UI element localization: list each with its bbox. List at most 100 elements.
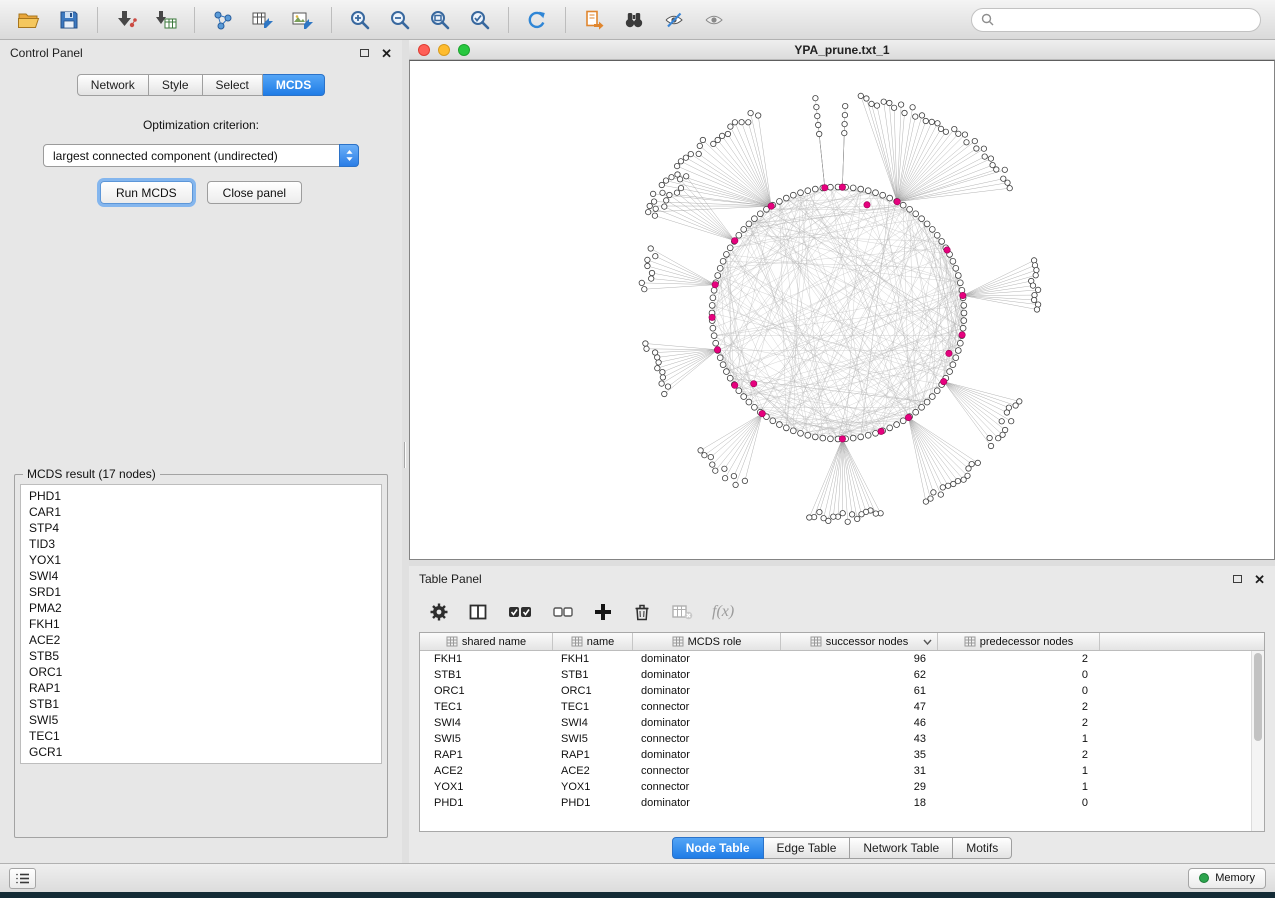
network-node[interactable] [650,191,655,196]
network-node[interactable] [944,247,950,253]
table-settings-button[interactable] [429,602,449,622]
column-header-successor-nodes[interactable]: successor nodes [781,633,938,650]
network-node[interactable] [962,132,967,137]
network-node[interactable] [652,213,657,218]
save-session-button[interactable] [50,4,88,36]
network-node[interactable] [874,103,879,108]
network-node[interactable] [1007,186,1012,191]
scrollbar-thumb[interactable] [1254,653,1262,741]
column-header-predecessor-nodes[interactable]: predecessor nodes [938,633,1100,650]
network-node[interactable] [710,462,715,467]
network-node[interactable] [722,466,727,471]
network-node[interactable] [715,273,721,279]
network-node[interactable] [642,287,647,292]
network-node[interactable] [952,126,957,131]
network-node[interactable] [865,432,871,438]
network-node[interactable] [653,206,658,211]
network-node[interactable] [710,295,716,301]
network-node[interactable] [674,163,679,168]
network-node[interactable] [845,519,850,524]
network-node[interactable] [812,186,818,192]
network-node[interactable] [678,185,683,190]
network-node[interactable] [798,430,804,436]
network-node[interactable] [859,512,864,517]
network-node[interactable] [683,155,688,160]
network-node[interactable] [864,202,870,208]
maximize-window-icon[interactable] [458,44,470,56]
deselect-all-button[interactable] [552,602,574,622]
network-node[interactable] [732,382,738,388]
tab-mcds[interactable]: MCDS [263,74,325,96]
network-node[interactable] [953,355,959,361]
table-row[interactable]: SWI5SWI5connector431 [420,731,1264,747]
network-node[interactable] [700,137,705,142]
tab-motifs[interactable]: Motifs [953,837,1012,859]
network-node[interactable] [961,318,967,324]
network-node[interactable] [1004,410,1009,415]
network-node[interactable] [713,468,718,473]
network-node[interactable] [951,481,956,486]
network-node[interactable] [669,175,674,180]
network-node[interactable] [946,350,952,356]
network-node[interactable] [929,119,934,124]
delete-column-button[interactable] [632,602,652,622]
mcds-result-item[interactable]: STB5 [21,648,381,664]
new-network-button[interactable] [204,4,242,36]
zoom-in-button[interactable] [341,4,379,36]
network-node[interactable] [727,245,733,251]
network-node[interactable] [957,340,963,346]
network-node[interactable] [725,131,730,136]
network-node[interactable] [938,126,943,131]
column-header-shared-name[interactable]: shared name [420,633,553,650]
network-node[interactable] [741,227,747,233]
network-node[interactable] [849,512,854,517]
network-node[interactable] [733,482,738,487]
network-node[interactable] [858,434,864,440]
network-node[interactable] [746,221,752,227]
network-node[interactable] [696,151,701,156]
table-row[interactable]: SWI4SWI4dominator462 [420,715,1264,731]
network-node[interactable] [713,340,719,346]
mcds-result-item[interactable]: TID3 [21,536,381,552]
network-node[interactable] [887,425,893,431]
network-node[interactable] [891,105,896,110]
network-node[interactable] [924,399,930,405]
network-node[interactable] [667,192,672,197]
network-node[interactable] [662,204,667,209]
network-node[interactable] [839,184,845,190]
network-node[interactable] [982,154,987,159]
network-node[interactable] [684,174,689,179]
mcds-result-item[interactable]: GCR1 [21,744,381,760]
network-node[interactable] [858,186,864,192]
network-node[interactable] [940,485,945,490]
network-node[interactable] [751,381,757,387]
network-node[interactable] [900,202,906,208]
network-node[interactable] [902,110,907,115]
table-row[interactable]: PHD1PHD1dominator180 [420,795,1264,811]
network-node[interactable] [887,100,892,105]
network-node[interactable] [678,159,683,164]
network-node[interactable] [724,369,730,375]
network-node[interactable] [955,273,961,279]
network-node[interactable] [878,428,884,434]
network-node[interactable] [957,280,963,286]
network-node[interactable] [945,483,950,488]
network-node[interactable] [960,292,966,298]
tab-network-table[interactable]: Network Table [850,837,953,859]
network-node[interactable] [842,121,847,126]
network-node[interactable] [907,206,913,212]
network-node[interactable] [839,436,845,442]
network-node[interactable] [939,239,945,245]
network-node[interactable] [731,473,736,478]
network-node[interactable] [660,369,665,374]
network-node[interactable] [975,460,980,465]
network-node[interactable] [697,143,702,148]
network-node[interactable] [1035,287,1040,292]
network-node[interactable] [698,448,703,453]
tab-select[interactable]: Select [203,74,263,96]
network-node[interactable] [950,258,956,264]
export-image-button[interactable] [284,4,322,36]
network-node[interactable] [972,138,977,143]
minimize-window-icon[interactable] [438,44,450,56]
network-node[interactable] [910,105,915,110]
